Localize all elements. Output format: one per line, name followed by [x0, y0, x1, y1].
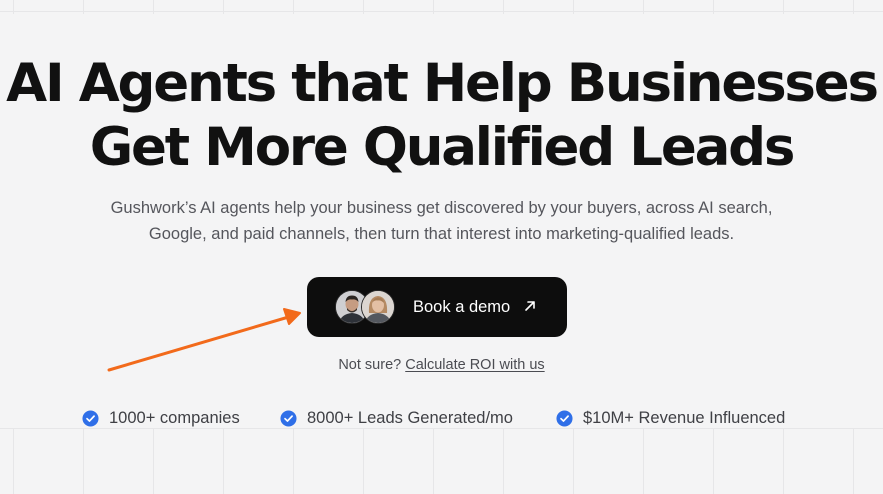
- hero-headline: AI Agents that Help Businesses Get More …: [0, 52, 883, 180]
- stat-label: $10M+ Revenue Influenced: [583, 409, 786, 427]
- stat-item-revenue: $10M+ Revenue Influenced: [556, 407, 785, 429]
- check-badge-icon: [82, 409, 99, 427]
- check-badge-icon: [556, 409, 573, 427]
- arrow-up-right-icon: [525, 301, 535, 311]
- hero-subtext: Gushwork’s AI agents help your business …: [110, 199, 773, 243]
- stat-item-leads: 8000+ Leads Generated/mo: [280, 407, 513, 429]
- background-grid-bottom: [0, 428, 883, 494]
- book-demo-button[interactable]: Book a demo: [307, 277, 567, 337]
- background-grid-top: [0, 0, 883, 14]
- calculate-roi-link[interactable]: Calculate ROI with us: [405, 357, 544, 373]
- stats-row: 1000+ companies 8000+ Leads Generated/mo…: [0, 407, 883, 429]
- roi-prefix: Not sure?: [338, 357, 402, 373]
- stat-label: 1000+ companies: [109, 409, 240, 427]
- roi-prompt: Not sure? Calculate ROI with us: [0, 356, 883, 374]
- stat-label: 8000+ Leads Generated/mo: [307, 409, 513, 427]
- avatar-woman: [361, 290, 395, 324]
- hero-section: AI Agents that Help Businesses Get More …: [0, 0, 883, 494]
- check-badge-icon: [280, 409, 297, 427]
- book-demo-label: Book a demo: [413, 298, 511, 316]
- stat-item-companies: 1000+ companies: [82, 407, 240, 429]
- headline-line-1: AI Agents that Help Businesses: [6, 53, 879, 114]
- headline-line-2: Get More Qualified Leads: [89, 117, 796, 178]
- avatar-group: [335, 290, 397, 324]
